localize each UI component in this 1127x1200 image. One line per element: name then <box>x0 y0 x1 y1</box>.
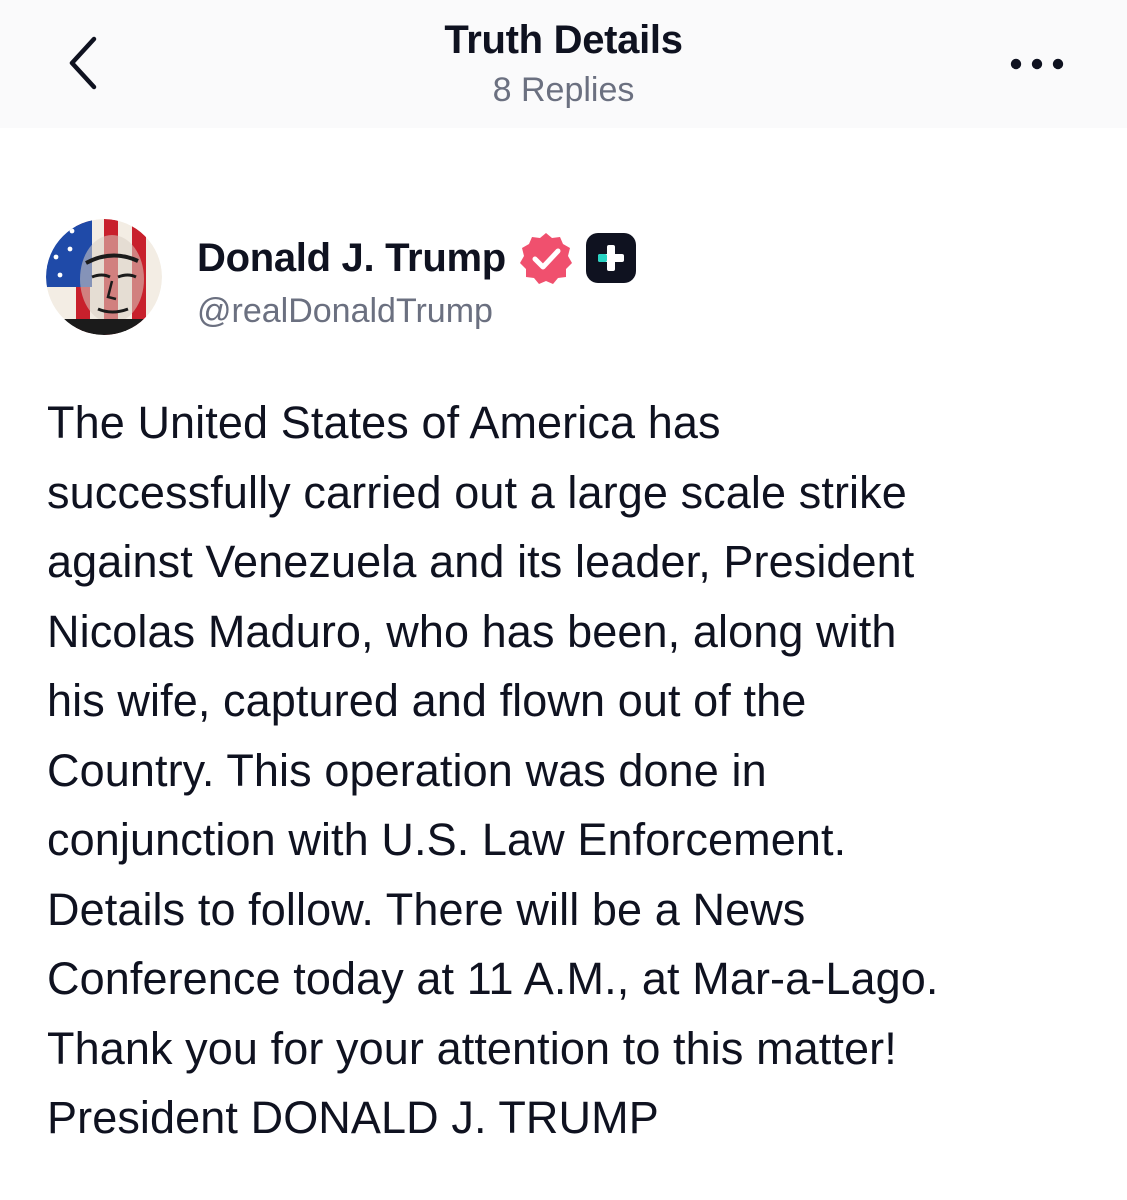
author-name[interactable]: Donald J. Trump <box>197 236 506 281</box>
truth-plus-icon <box>585 233 636 283</box>
more-horizontal-icon <box>1010 58 1064 70</box>
post-text-line: Country. This operation was done in <box>47 744 767 796</box>
post-text-line: Conference today at 11 A.M., at Mar-a-La… <box>47 953 939 1004</box>
post-text-line: Nicolas Maduro, who has been, along with <box>47 605 897 657</box>
post-text-line: successfully carried out a large scale s… <box>47 466 907 518</box>
post-text-line: against Venezuela and its leader, Presid… <box>47 536 915 587</box>
author-row: Donald J. Trump <box>197 229 638 287</box>
page-title: Truth Details <box>444 18 683 62</box>
post-text-line: Thank you for your attention to this mat… <box>47 1022 897 1074</box>
replies-count: 8 Replies <box>492 71 635 109</box>
author-handle[interactable]: @realDonaldTrump <box>197 292 493 331</box>
post-text-line: President DONALD J. TRUMP <box>47 1092 659 1143</box>
post-text-line: Details to follow. There will be a News <box>47 883 806 935</box>
top-nav-bar: Truth Details 8 Replies <box>0 0 1127 128</box>
more-options-button[interactable] <box>1002 44 1072 84</box>
avatar[interactable] <box>46 219 162 335</box>
post-text-line: The United States of America has <box>47 397 721 448</box>
post-text-line: conjunction with U.S. Law Enforcement. <box>47 814 847 865</box>
verified-badge-icon <box>519 233 572 284</box>
post-body: The United States of America has success… <box>47 388 1107 1153</box>
post-text-line: his wife, captured and flown out of the <box>47 675 807 726</box>
profile-picture <box>46 219 162 335</box>
